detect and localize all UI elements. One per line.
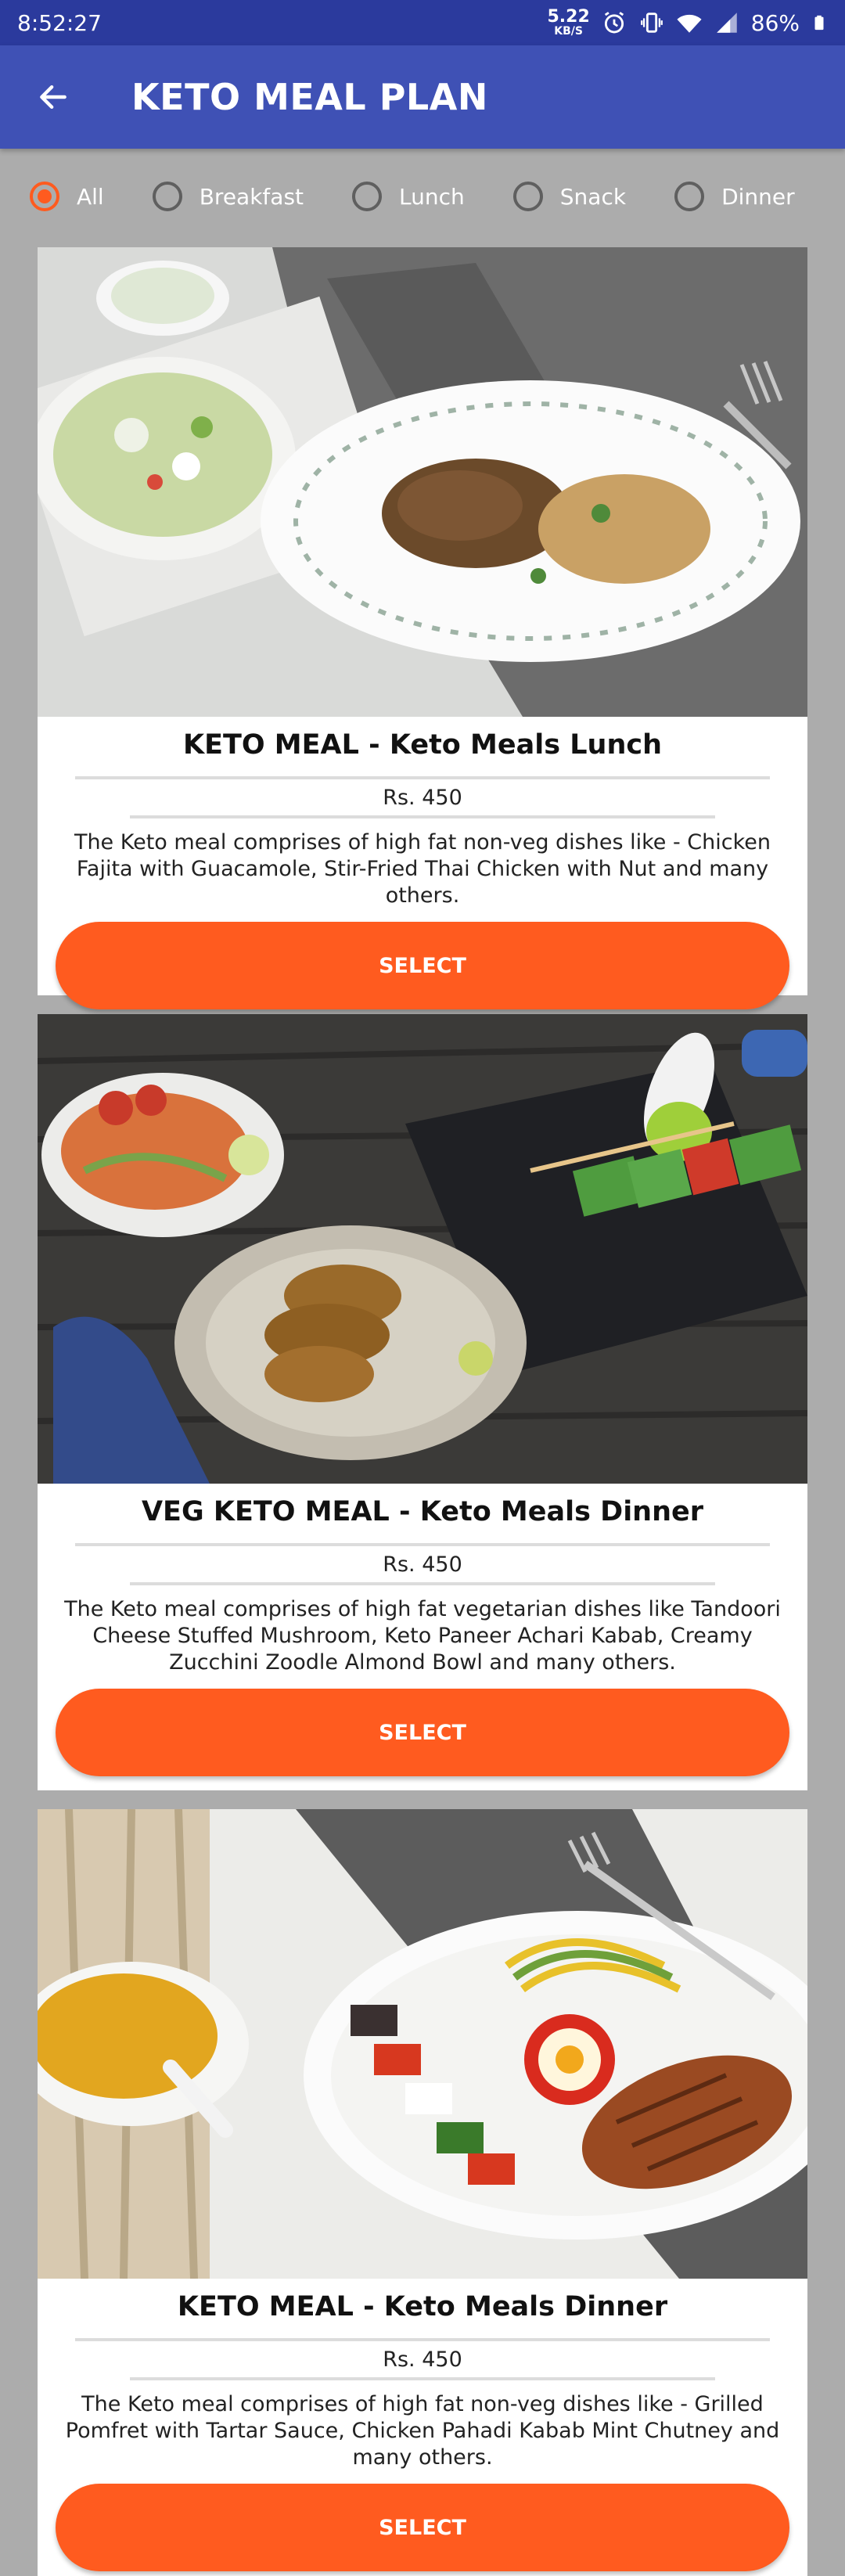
page-title: KETO MEAL PLAN	[131, 76, 488, 118]
filter-label: Dinner	[721, 183, 795, 210]
battery-icon	[814, 15, 824, 31]
meal-card: VEG KETO MEAL - Keto Meals Dinner Rs. 45…	[38, 1014, 807, 1790]
radio-unchecked-icon	[152, 182, 182, 211]
meal-price: Rs. 450	[383, 786, 462, 810]
meal-filter-group: All Breakfast Lunch Snack Dinner	[0, 149, 845, 244]
meal-price: Rs. 450	[383, 1552, 462, 1577]
meal-card: KETO MEAL - Keto Meals Dinner Rs. 450 Th…	[38, 1809, 807, 2576]
vibrate-icon	[640, 13, 663, 33]
divider	[75, 776, 770, 779]
network-speed: 5.22 KB/S	[547, 7, 590, 38]
meal-name: KETO MEAL - Keto Meals Dinner	[177, 2291, 668, 2322]
wifi-icon	[677, 14, 702, 33]
back-button[interactable]	[28, 72, 78, 122]
app-bar: KETO MEAL PLAN	[0, 45, 845, 149]
meal-description: The Keto meal comprises of high fat vege…	[64, 1597, 781, 1675]
divider	[75, 2338, 770, 2341]
filter-dinner[interactable]: Dinner	[674, 182, 795, 211]
network-speed-value: 5.22	[547, 7, 590, 27]
filter-label: Snack	[559, 183, 627, 210]
meal-price: Rs. 450	[383, 2348, 462, 2372]
meal-description: The Keto meal comprises of high fat non-…	[65, 2392, 780, 2470]
radio-unchecked-icon	[674, 182, 705, 211]
radio-unchecked-icon	[512, 182, 543, 211]
radio-checked-icon	[30, 182, 59, 211]
filter-label: All	[77, 183, 104, 210]
meal-card-body: KETO MEAL - Keto Meals Lunch Rs. 450 The…	[38, 717, 807, 1009]
select-button[interactable]: SELECT	[56, 922, 789, 1009]
meal-card-body: KETO MEAL - Keto Meals Dinner Rs. 450 Th…	[38, 2279, 807, 2571]
meal-name: KETO MEAL - Keto Meals Lunch	[182, 729, 663, 761]
meal-card: KETO MEAL - Keto Meals Lunch Rs. 450 The…	[38, 247, 807, 1009]
filter-snack[interactable]: Snack	[512, 182, 627, 211]
cell-signal-icon	[717, 13, 737, 33]
filter-lunch[interactable]: Lunch	[352, 182, 465, 211]
meal-description: The Keto meal comprises of high fat non-…	[74, 830, 771, 908]
status-bar: 8:52:27 5.22 KB/S 86%	[0, 0, 845, 45]
filter-breakfast[interactable]: Breakfast	[152, 182, 304, 211]
radio-unchecked-icon	[352, 182, 383, 211]
meal-photo	[38, 247, 807, 717]
network-speed-unit: KB/S	[554, 25, 583, 38]
arrow-left-icon	[40, 85, 67, 110]
filter-all[interactable]: All	[30, 182, 104, 211]
meal-photo	[38, 1014, 807, 1484]
filter-label: Lunch	[399, 183, 465, 210]
status-icons: 5.22 KB/S 86%	[547, 9, 828, 37]
select-button[interactable]: SELECT	[56, 1689, 789, 1776]
divider	[75, 1543, 770, 1546]
meal-photo	[38, 1809, 807, 2279]
alarm-icon	[604, 12, 624, 34]
select-button[interactable]: SELECT	[56, 2484, 789, 2571]
meal-name: VEG KETO MEAL - Keto Meals Dinner	[141, 1496, 704, 1527]
battery-percent: 86%	[750, 9, 800, 36]
status-time: 8:52:27	[17, 9, 102, 36]
filter-label: Breakfast	[199, 183, 304, 210]
meal-card-body: VEG KETO MEAL - Keto Meals Dinner Rs. 45…	[38, 1484, 807, 1776]
